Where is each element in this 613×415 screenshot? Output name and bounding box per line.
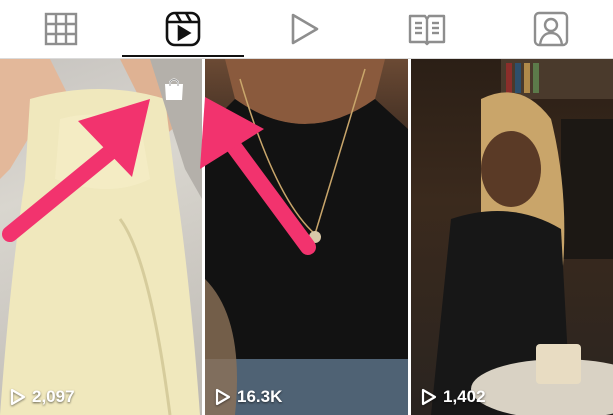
reels-grid: 2,097 16.3K 1,402 (0, 59, 613, 415)
tab-posts[interactable] (0, 0, 122, 58)
profile-tab-bar (0, 0, 613, 59)
view-count-text: 16.3K (237, 387, 283, 406)
reel-thumbnail-1[interactable]: 2,097 (0, 59, 202, 415)
reel-image-necklace (205, 59, 408, 415)
view-count: 1,402 (421, 387, 486, 407)
active-tab-indicator (122, 55, 244, 57)
reel-thumbnail-2[interactable]: 16.3K (205, 59, 408, 415)
tab-videos[interactable] (244, 0, 366, 58)
reels-icon (165, 11, 201, 47)
play-count-icon (215, 388, 231, 406)
play-count-icon (421, 388, 437, 406)
play-count-icon (10, 388, 26, 406)
tab-guides[interactable] (366, 0, 488, 58)
tab-tagged[interactable] (488, 0, 613, 58)
view-count: 16.3K (215, 387, 282, 407)
reel-thumbnail-3[interactable]: 1,402 (411, 59, 613, 415)
guides-icon (408, 14, 446, 46)
reel-image-yellow-dress (0, 59, 202, 415)
view-count-text: 2,097 (32, 387, 75, 406)
reel-image-cafe (431, 59, 613, 415)
tab-reels[interactable] (122, 0, 244, 58)
view-count: 2,097 (10, 387, 75, 407)
play-icon (291, 13, 319, 45)
grid-icon (44, 12, 78, 46)
shopping-bag-icon (160, 75, 188, 103)
tagged-icon (533, 11, 568, 47)
view-count-text: 1,402 (443, 387, 486, 406)
